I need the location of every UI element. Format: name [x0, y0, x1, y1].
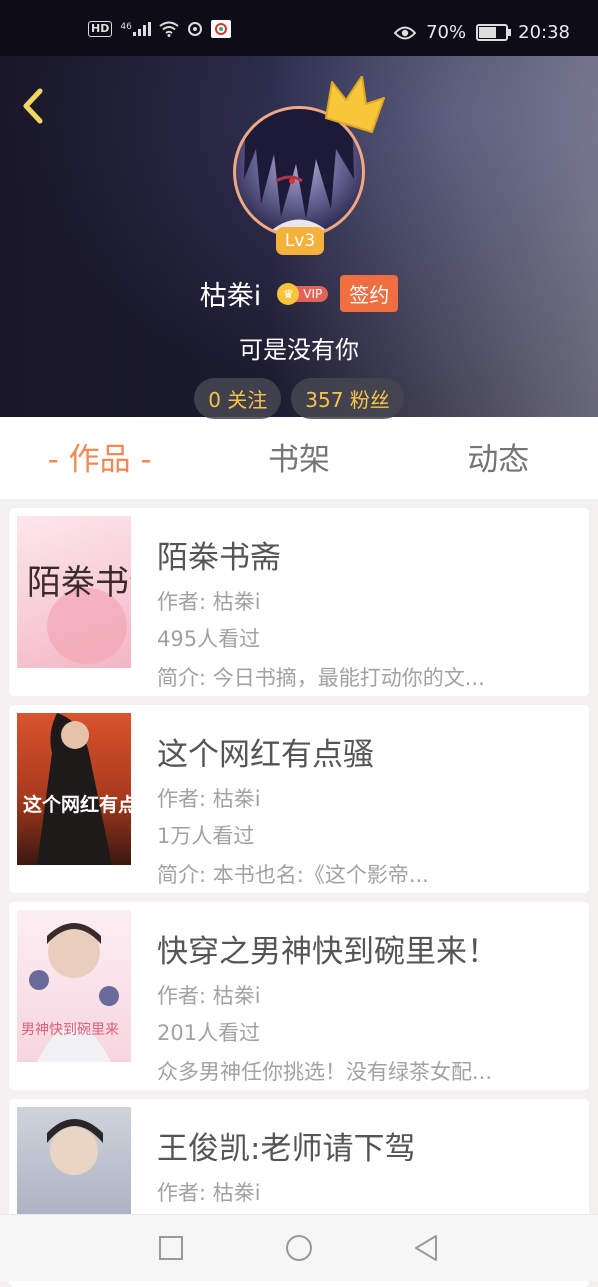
tab-works[interactable]: - 作品 - [0, 417, 199, 499]
hd-icon: HD [88, 21, 113, 37]
circle-nav-icon[interactable] [285, 1234, 313, 1262]
battery-percent: 70% [426, 22, 467, 43]
vip-badge: ♛ VIP [277, 282, 329, 305]
book-intro: 简介: 本书也名:《这个影帝... [157, 863, 429, 887]
followers-button[interactable]: 357 粉丝 [291, 378, 404, 419]
book-intro: 众多男神任你挑选！没有绿茶女配... [157, 1060, 493, 1084]
book-cover: 男神快到碗里来 [17, 910, 131, 1062]
book-cover: 这个网红有点骚 [17, 713, 157, 865]
network-type: 46 [120, 22, 132, 32]
book-title[interactable]: 陌桊书斋 [157, 532, 281, 577]
book-views: 1万人看过 [157, 824, 255, 848]
signal-icon: 46 [120, 22, 151, 36]
tab-activity[interactable]: 动态 [399, 417, 598, 499]
wifi-icon [159, 21, 179, 37]
book-card[interactable]: 这个网红有点骚 这个网红有点骚 作者: 枯桊i 1万人看过 简介: 本书也名:《… [9, 705, 589, 893]
book-title[interactable]: 王俊凯:老师请下驾 [157, 1123, 415, 1168]
battery-icon [476, 24, 512, 41]
cover-title: 陌桊书斋 [27, 563, 131, 603]
stats-row: 0 关注 357 粉丝 [0, 378, 598, 419]
level-badge: Lv3 [276, 227, 324, 255]
user-name: 枯桊i [199, 281, 262, 312]
name-row: 枯桊i ♛ VIP 签约 [0, 274, 598, 313]
tab-bookshelf[interactable]: 书架 [199, 417, 398, 499]
cover-title: 这个网红有点骚 [23, 793, 131, 816]
sync-icon [187, 22, 202, 36]
back-icon[interactable] [18, 86, 48, 126]
book-author: 作者: 枯桊i [157, 590, 261, 614]
user-bio: 可是没有你 [239, 336, 359, 364]
following-button[interactable]: 0 关注 [194, 378, 282, 419]
book-card[interactable]: 陌桊书斋 陌桊书斋 作者: 枯桊i 495人看过 简介: 今日书摘，最能打动你的… [9, 508, 589, 696]
book-author: 作者: 枯桊i [157, 1181, 261, 1205]
triangle-nav-icon[interactable] [412, 1234, 440, 1262]
signed-badge: 签约 [340, 275, 399, 312]
profile-tabs: - 作品 - 书架 动态 [0, 417, 598, 499]
book-author: 作者: 枯桊i [157, 787, 261, 811]
square-nav-icon[interactable] [158, 1235, 184, 1261]
book-views: 495人看过 [157, 627, 261, 651]
system-nav-bar [0, 1214, 598, 1281]
vip-crown-icon: ♛ [277, 282, 300, 305]
book-author: 作者: 枯桊i [157, 984, 261, 1008]
battery-fill [479, 27, 497, 38]
status-bar: HD 46 70% 20:38 [0, 0, 598, 56]
crown-icon [325, 76, 385, 133]
book-card[interactable]: 男神快到碗里来 快穿之男神快到碗里来！ 作者: 枯桊i 201人看过 众多男神任… [9, 902, 589, 1090]
book-title[interactable]: 快穿之男神快到碗里来！ [157, 926, 498, 971]
book-title[interactable]: 这个网红有点骚 [157, 729, 374, 774]
cover-title: 男神快到碗里来 [21, 1022, 119, 1038]
eye-icon [394, 26, 417, 39]
book-views: 201人看过 [157, 1021, 261, 1045]
book-intro: 简介: 今日书摘，最能打动你的文... [157, 666, 485, 690]
app-notification-icon [210, 20, 231, 38]
clock: 20:38 [518, 22, 570, 43]
book-cover: 陌桊书斋 [17, 516, 163, 668]
